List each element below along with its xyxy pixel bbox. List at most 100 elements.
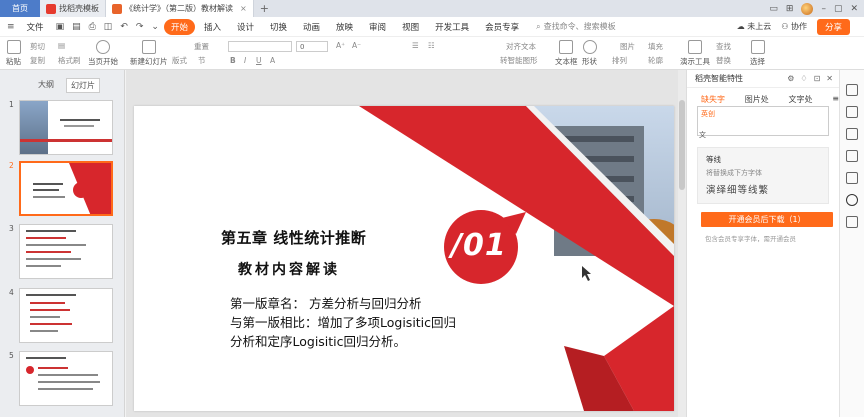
collab-button[interactable]: ⚇ 协作	[781, 21, 807, 32]
close-tab-icon[interactable]: ×	[240, 4, 247, 13]
presenter-tools-button[interactable]: 演示工具	[680, 40, 710, 67]
slide-thumbnail-3[interactable]	[19, 224, 113, 279]
save-icon[interactable]: ▣	[53, 22, 68, 32]
select-button[interactable]: 选择	[750, 40, 765, 67]
thumb-line	[30, 323, 72, 325]
slide-thumbnail-4[interactable]	[19, 288, 113, 343]
settings-icon[interactable]: ⚙	[787, 74, 794, 83]
layout-button[interactable]: 版式	[172, 55, 187, 66]
font-size-select[interactable]: 0	[296, 41, 328, 52]
print-icon[interactable]: ⎙	[86, 22, 99, 32]
menu-animation[interactable]: 动画	[296, 19, 327, 35]
from-current-button[interactable]: 当页开始	[88, 40, 118, 67]
font-family-select[interactable]	[228, 41, 292, 52]
thumb-line	[26, 294, 76, 296]
cut-button[interactable]: 剪切	[30, 41, 45, 52]
new-tab-button[interactable]: +	[254, 0, 275, 17]
close-panel-icon[interactable]: ✕	[826, 74, 833, 83]
command-search[interactable]: ⌕ 查找命令、搜索模板	[536, 21, 615, 32]
tab-slides[interactable]: 幻灯片	[66, 78, 100, 93]
menu-review[interactable]: 审阅	[362, 19, 393, 35]
copy-button[interactable]: 复制	[30, 55, 45, 66]
image-tool-icon[interactable]	[846, 172, 858, 184]
current-slide[interactable]: /01 第五章 线性统计推断 教材内容解读 第一版章名： 方差分析与回归分析 与…	[134, 106, 674, 411]
more-menu-icon[interactable]: ≡	[832, 94, 839, 108]
copy-tool-icon[interactable]	[846, 150, 858, 162]
reset-button[interactable]: 重置	[194, 41, 209, 52]
tab-template[interactable]: 找稻壳模板	[40, 0, 106, 17]
undo-icon[interactable]: ↶	[117, 22, 131, 32]
expand-icon[interactable]	[846, 84, 858, 96]
chevron-down-icon[interactable]: ⌄	[148, 22, 162, 32]
find-button[interactable]: 查找	[716, 41, 731, 52]
decrease-font-icon[interactable]: A⁻	[352, 41, 361, 50]
paste-button[interactable]: 粘贴	[6, 40, 21, 67]
picture-button[interactable]: 图片	[620, 41, 635, 52]
minimize-icon[interactable]: –	[821, 4, 826, 14]
thumb-line	[26, 237, 66, 239]
preview-icon[interactable]: ◫	[101, 22, 116, 32]
new-slide-button[interactable]: 新建幻灯片	[130, 40, 168, 67]
textbox-button[interactable]: 文本框	[555, 40, 578, 67]
vertical-scrollbar[interactable]	[678, 70, 686, 417]
italic-icon[interactable]: I	[244, 56, 246, 65]
menu-transition[interactable]: 切换	[263, 19, 294, 35]
slide-subtitle[interactable]: 教材内容解读	[238, 259, 340, 279]
magic-wand-icon[interactable]	[846, 106, 858, 118]
font-color-icon[interactable]: A	[270, 56, 275, 65]
collab-label: 协作	[790, 22, 807, 31]
bell-icon[interactable]: ♢	[800, 74, 807, 83]
hamburger-icon[interactable]: ≡	[4, 22, 18, 32]
tab-home[interactable]: 首页	[0, 0, 40, 17]
fill-button[interactable]: 填充	[648, 41, 663, 52]
menu-insert[interactable]: 插入	[197, 19, 228, 35]
close-window-icon[interactable]: ✕	[850, 4, 858, 14]
section-button[interactable]: 节	[198, 55, 206, 66]
format-painter-icon[interactable]: ▤	[58, 41, 65, 50]
menu-member[interactable]: 会员专享	[478, 19, 526, 35]
bullet-list-icon[interactable]: ☰	[412, 41, 419, 50]
menu-file[interactable]: 文件	[20, 19, 51, 35]
redo-icon[interactable]: ↷	[133, 22, 147, 32]
menu-design[interactable]: 设计	[230, 19, 261, 35]
folder-icon[interactable]: ▤	[69, 22, 84, 32]
docer-icon	[46, 3, 56, 14]
slide-number: 1	[9, 100, 14, 109]
slide-thumbnail-2[interactable]	[19, 161, 113, 216]
menu-view[interactable]: 视图	[395, 19, 426, 35]
layout-icon[interactable]: ▭	[769, 4, 778, 14]
underline-icon[interactable]: U	[256, 56, 262, 65]
location-icon[interactable]	[846, 194, 858, 206]
slide-thumbnail-1[interactable]	[19, 100, 113, 155]
replace-button[interactable]: 替换	[716, 55, 731, 66]
numbered-list-icon[interactable]: ☷	[428, 41, 435, 50]
align-text-button[interactable]: 对齐文本	[506, 41, 536, 52]
font-search-box[interactable]: 英创	[697, 106, 829, 136]
menu-developer[interactable]: 开发工具	[428, 19, 476, 35]
pin-tool-icon[interactable]	[846, 128, 858, 140]
shape-button[interactable]: 形状	[582, 40, 597, 67]
bold-icon[interactable]: B	[230, 56, 236, 65]
tools-icon[interactable]	[846, 216, 858, 228]
member-download-button[interactable]: 开通会员后下载（1）	[701, 212, 833, 227]
convert-smartart-button[interactable]: 转智能图形	[500, 55, 538, 66]
grid-icon[interactable]: ⊞	[786, 4, 794, 14]
pin-icon[interactable]: ⊡	[814, 74, 821, 83]
font-replacement-card[interactable]: 等线 将替换成下方字体 演绎细等线繁	[697, 147, 829, 204]
avatar[interactable]	[801, 2, 814, 15]
slide-thumbnail-5[interactable]	[19, 351, 113, 406]
increase-font-icon[interactable]: A⁺	[336, 41, 345, 50]
menu-slideshow[interactable]: 放映	[329, 19, 360, 35]
tab-document[interactable]: 《统计学》（第二版）教材解读 ×	[106, 0, 254, 17]
format-painter-button[interactable]: 格式刷	[58, 55, 81, 66]
outline-button[interactable]: 轮廓	[648, 55, 663, 66]
slide-title[interactable]: 第五章 线性统计推断	[221, 227, 366, 248]
share-button[interactable]: 分享	[816, 18, 850, 35]
scrollbar-thumb[interactable]	[679, 100, 685, 190]
cloud-status[interactable]: ☁ 未上云	[737, 21, 772, 32]
maximize-icon[interactable]: ▢	[834, 4, 843, 14]
menu-start[interactable]: 开始	[163, 18, 195, 35]
arrange-button[interactable]: 排列	[612, 55, 627, 66]
tab-outline[interactable]: 大纲	[34, 78, 58, 93]
slide-body[interactable]: 第一版章名： 方差分析与回归分析 与第一版相比：增加了多项Logisitic回归…	[230, 294, 530, 351]
